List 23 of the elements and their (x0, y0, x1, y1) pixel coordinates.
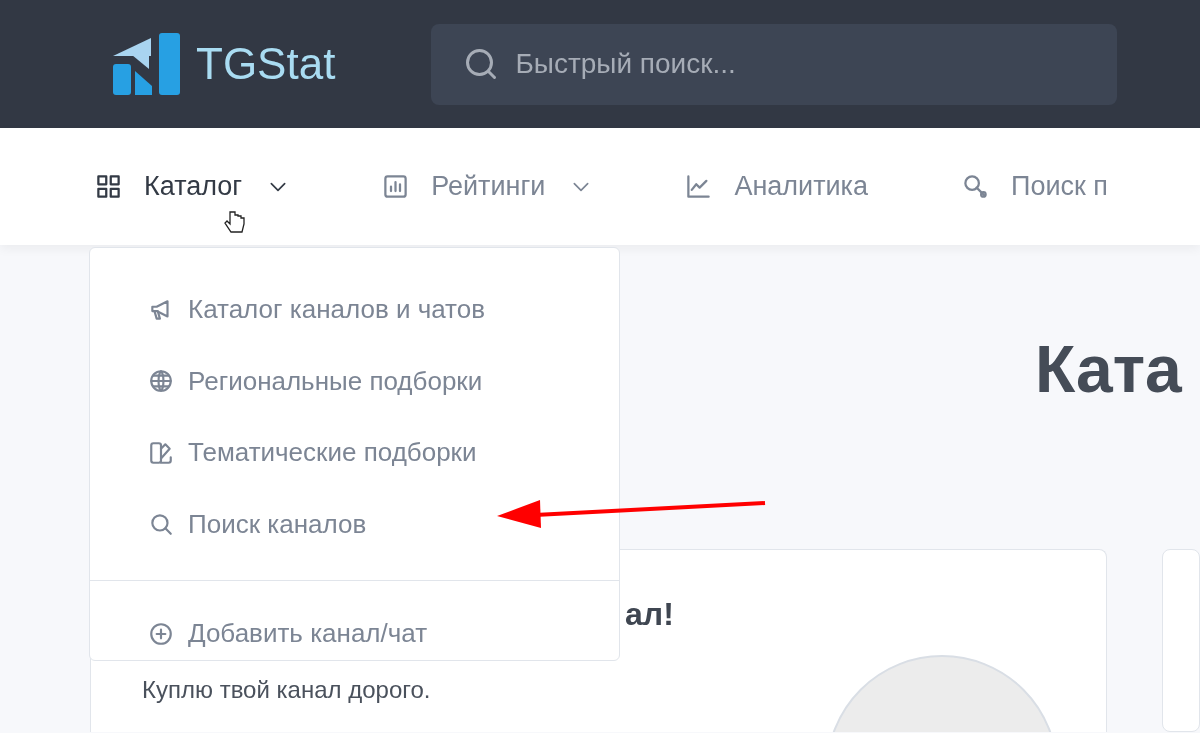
grid-icon (95, 173, 122, 200)
line-chart-icon (685, 173, 713, 200)
palette-icon (148, 439, 174, 466)
hand-cursor-icon (224, 210, 246, 234)
key-icon (962, 173, 990, 200)
bar-chart-icon (382, 173, 410, 200)
plus-circle-icon (148, 620, 174, 647)
card-text: Куплю твой канал дорого. (142, 676, 431, 704)
nav-item[interactable]: Аналитика (685, 171, 869, 202)
menu-item[interactable]: Тематические подборки (90, 417, 619, 489)
nav-item[interactable]: Рейтинги (382, 171, 592, 202)
menu-item[interactable]: Региональные подборки (90, 345, 619, 417)
logo-icon (113, 33, 180, 95)
menu-item[interactable]: Каталог каналов и чатов (90, 274, 619, 346)
menu-item[interactable]: Добавить канал/чат (90, 598, 619, 670)
globe-icon (148, 368, 174, 395)
menu-item[interactable]: Поиск каналов (90, 488, 619, 560)
logo-text: TGStat (196, 39, 336, 89)
nav-item[interactable]: Поиск п (962, 171, 1108, 202)
nav-item[interactable]: Каталог (95, 171, 289, 202)
page-heading: Ката (1035, 331, 1183, 407)
search-icon (148, 511, 174, 538)
card-title: ал! (625, 596, 674, 633)
